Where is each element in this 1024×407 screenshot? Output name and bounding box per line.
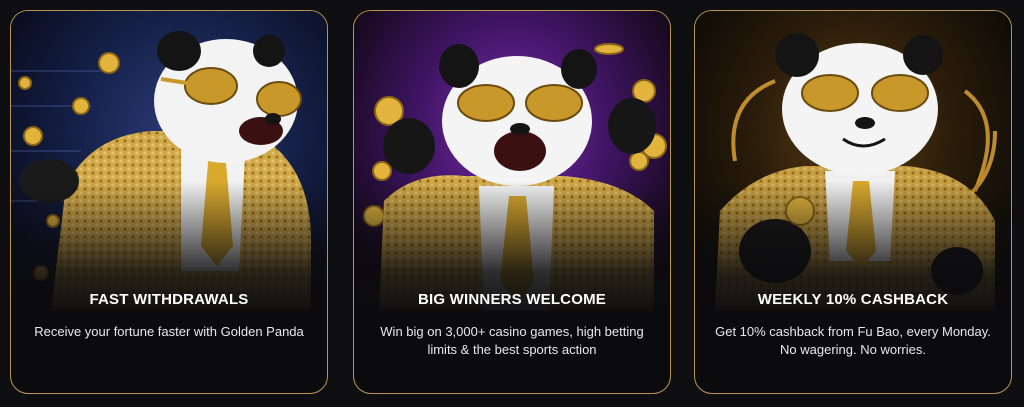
card-description: Receive your fortune faster with Golden … bbox=[34, 324, 304, 339]
card-description: Get 10% cashback from Fu Bao, every Mond… bbox=[715, 324, 991, 357]
promo-card-image bbox=[695, 11, 1011, 321]
card-title: FAST WITHDRAWALS bbox=[89, 291, 249, 308]
promo-card-fast-withdrawals[interactable]: FAST WITHDRAWALS Receive your fortune fa… bbox=[10, 10, 328, 394]
promo-card-weekly-cashback[interactable]: WEEKLY 10% CASHBACK Get 10% cashback fro… bbox=[694, 10, 1012, 394]
promo-card-image bbox=[11, 11, 327, 321]
promo-card-big-winners[interactable]: BIG WINNERS WELCOME Win big on 3,000+ ca… bbox=[353, 10, 671, 394]
card-title: BIG WINNERS WELCOME bbox=[418, 291, 606, 308]
promo-cards-row: FAST WITHDRAWALS Receive your fortune fa… bbox=[0, 0, 1024, 407]
card-title: WEEKLY 10% CASHBACK bbox=[757, 291, 949, 308]
promo-card-image bbox=[354, 11, 670, 321]
card-description: Win big on 3,000+ casino games, high bet… bbox=[380, 324, 644, 357]
